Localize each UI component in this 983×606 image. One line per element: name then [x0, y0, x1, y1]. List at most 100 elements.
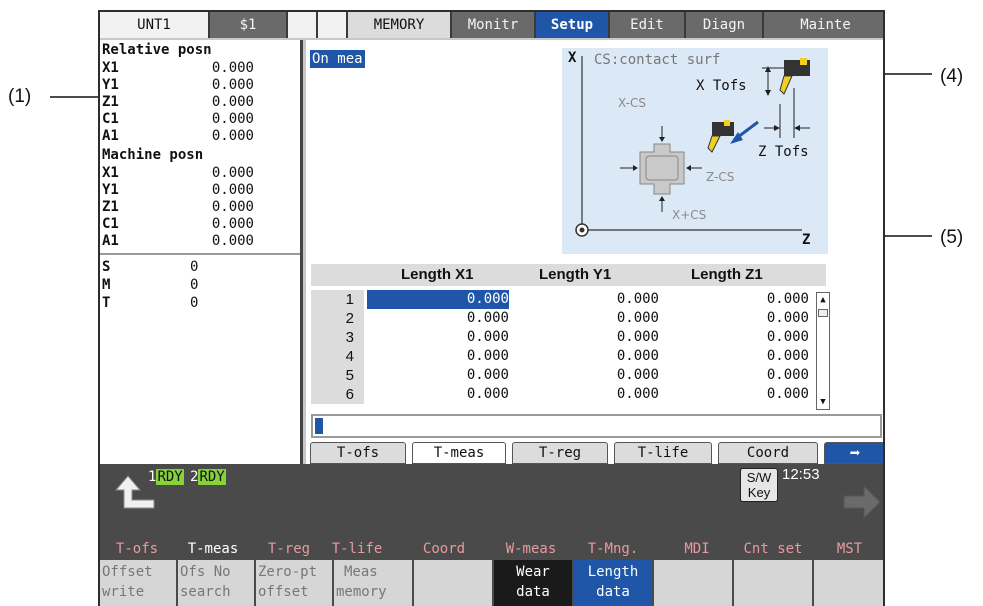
- fkey-blank-5[interactable]: [414, 560, 494, 606]
- table-scrollbar[interactable]: ▲ ▼: [816, 292, 830, 410]
- scroll-down-icon[interactable]: ▼: [817, 395, 829, 409]
- forward-arrow-icon[interactable]: [840, 482, 884, 522]
- fkey-line: Zero-pt: [258, 564, 318, 580]
- fkey-blank-10[interactable]: [814, 560, 883, 606]
- machine-row: Z1 0.000: [102, 199, 282, 216]
- axis-value: 0.000: [211, 165, 254, 181]
- menu-w-meas[interactable]: W-meas: [492, 540, 570, 558]
- menu-t-mng[interactable]: T-Mng.: [574, 540, 652, 558]
- sw-key-button[interactable]: S/W Key: [740, 468, 778, 502]
- length-x1-cell[interactable]: 0.000: [367, 366, 509, 385]
- tab-t-ofs[interactable]: T-ofs: [310, 442, 406, 464]
- length-z1-cell[interactable]: 0.000: [661, 290, 809, 309]
- fkey-blank-9[interactable]: [734, 560, 814, 606]
- scroll-thumb[interactable]: [818, 309, 828, 317]
- fkey-line: write: [102, 584, 145, 600]
- mode-indicator: MEMORY: [348, 12, 452, 38]
- length-x1-cell[interactable]: 0.000: [367, 290, 509, 309]
- relative-row: Y1 0.000: [102, 77, 282, 94]
- row-number: 1: [311, 290, 364, 309]
- menu-cnt-set[interactable]: Cnt set: [732, 540, 814, 558]
- menu-mdi[interactable]: MDI: [658, 540, 736, 558]
- clock: 12:53: [782, 466, 820, 483]
- tool-measure-area: On mea X Z CS:contact surf X Tofs Z Tofs…: [306, 40, 883, 470]
- length-z1-cell[interactable]: 0.000: [661, 385, 809, 404]
- fkey-line: data: [596, 584, 630, 600]
- fkey-meas-memory[interactable]: Meas memory: [334, 560, 414, 606]
- data-input-field[interactable]: [311, 414, 882, 438]
- length-y1-cell[interactable]: 0.000: [511, 347, 659, 366]
- tab-t-life[interactable]: T-life: [614, 442, 712, 464]
- length-x1-cell[interactable]: 0.000: [367, 309, 509, 328]
- fkey-offset-write[interactable]: Offset write: [100, 560, 178, 606]
- length-x1-cell[interactable]: 0.000: [367, 347, 509, 366]
- column-header-length-x1: Length X1: [401, 266, 474, 283]
- scroll-up-icon[interactable]: ▲: [817, 293, 829, 307]
- machine-row: C1 0.000: [102, 216, 282, 233]
- tab-diagn[interactable]: Diagn: [686, 12, 764, 38]
- fkey-ofs-no-search[interactable]: Ofs No search: [178, 560, 256, 606]
- panel-divider: [100, 253, 300, 255]
- fkey-zero-pt-offset[interactable]: Zero-pt offset: [256, 560, 334, 606]
- length-x1-cell[interactable]: 0.000: [367, 385, 509, 404]
- diagram-x-plus-cs-label: X+CS: [672, 208, 707, 222]
- fkey-line: Length: [587, 564, 639, 580]
- status-slot-1: [288, 12, 318, 38]
- diagram-cs-label: CS:contact surf: [594, 52, 721, 68]
- menu-mst[interactable]: MST: [812, 540, 883, 558]
- length-y1-cell[interactable]: 0.000: [511, 328, 659, 347]
- smt-value: 0: [190, 295, 199, 311]
- length-z1-cell[interactable]: 0.000: [661, 328, 809, 347]
- menu-t-ofs[interactable]: T-ofs: [100, 540, 174, 558]
- menu-t-life[interactable]: T-life: [320, 540, 394, 558]
- menu-t-reg[interactable]: T-reg: [252, 540, 326, 558]
- relative-row: C1 0.000: [102, 111, 282, 128]
- fkey-line: Ofs No: [180, 564, 231, 580]
- table-header: Length X1 Length Y1 Length Z1: [311, 264, 826, 286]
- axis-label: C1: [102, 111, 119, 127]
- fkey-line: Meas: [344, 564, 378, 580]
- length-z1-cell[interactable]: 0.000: [661, 309, 809, 328]
- axis-label: Y1: [102, 77, 119, 93]
- length-x1-cell[interactable]: 0.000: [367, 328, 509, 347]
- tab-setup[interactable]: Setup: [536, 12, 610, 38]
- table-row[interactable]: 3 0.000 0.000 0.000: [311, 328, 811, 347]
- tab-monitr[interactable]: Monitr: [452, 12, 536, 38]
- length-y1-cell[interactable]: 0.000: [511, 385, 659, 404]
- nc-screen: UNT1 $1 MEMORY Monitr Setup Edit Diagn M…: [98, 10, 885, 606]
- table-row[interactable]: 6 0.000 0.000 0.000: [311, 385, 811, 404]
- tab-coord[interactable]: Coord: [718, 442, 818, 464]
- machine-position-title: Machine posn: [102, 147, 204, 163]
- length-z1-cell[interactable]: 0.000: [661, 366, 809, 385]
- fkey-line: memory: [336, 584, 387, 600]
- next-tab-arrow-icon[interactable]: ➡: [824, 442, 883, 464]
- table-row[interactable]: 1 0.000 0.000 0.000: [311, 290, 811, 309]
- tab-t-meas[interactable]: T-meas: [412, 442, 506, 464]
- row-number: 5: [311, 366, 364, 385]
- fkey-blank-8[interactable]: [654, 560, 734, 606]
- tab-mainte[interactable]: Mainte: [764, 12, 883, 38]
- tab-edit[interactable]: Edit: [610, 12, 686, 38]
- fkey-wear-data[interactable]: Wear data: [494, 560, 574, 606]
- fkey-line: search: [180, 584, 231, 600]
- machine-row: A1 0.000: [102, 233, 282, 250]
- length-y1-cell[interactable]: 0.000: [511, 309, 659, 328]
- row-number: 3: [311, 328, 364, 347]
- row-number: 4: [311, 347, 364, 366]
- diagram-z-axis-label: Z: [802, 232, 811, 248]
- table-row[interactable]: 2 0.000 0.000 0.000: [311, 309, 811, 328]
- length-z1-cell[interactable]: 0.000: [661, 347, 809, 366]
- smt-label: M: [102, 277, 111, 293]
- fkey-length-data[interactable]: Length data: [574, 560, 654, 606]
- table-row[interactable]: 5 0.000 0.000 0.000: [311, 366, 811, 385]
- length-y1-cell[interactable]: 0.000: [511, 366, 659, 385]
- axis-value: 0.000: [211, 111, 254, 127]
- table-row[interactable]: 4 0.000 0.000 0.000: [311, 347, 811, 366]
- tab-t-reg[interactable]: T-reg: [512, 442, 608, 464]
- diagram-x-minus-cs-label: X-CS: [618, 96, 646, 110]
- axis-label: A1: [102, 128, 119, 144]
- length-y1-cell[interactable]: 0.000: [511, 290, 659, 309]
- menu-t-meas[interactable]: T-meas: [176, 540, 250, 558]
- menu-coord[interactable]: Coord: [404, 540, 484, 558]
- diagram-z-tofs-label: Z Tofs: [758, 144, 809, 160]
